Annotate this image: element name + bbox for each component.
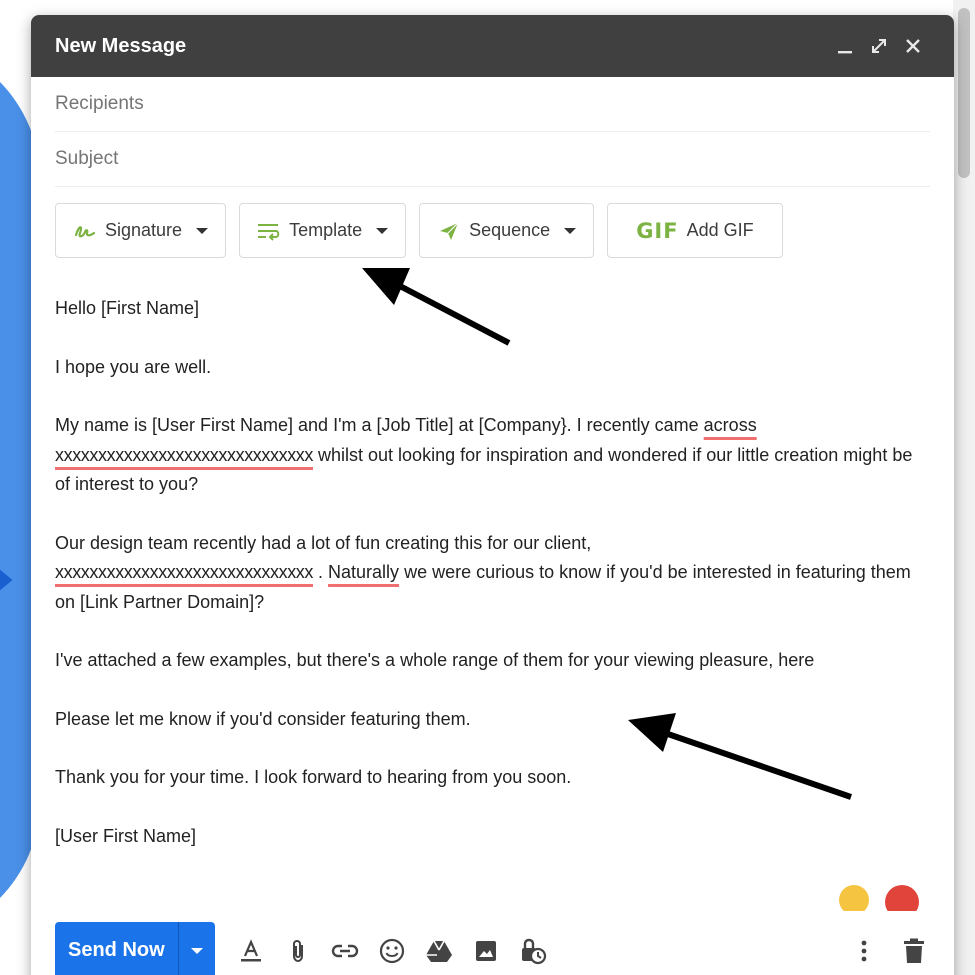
chevron-down-icon (196, 227, 209, 234)
scrollbar-thumb[interactable] (958, 8, 970, 178)
chevron-down-icon (190, 947, 203, 954)
sequence-label: Sequence (469, 220, 551, 240)
sequence-icon (437, 219, 461, 243)
add-gif-label: Add GIF (686, 220, 754, 240)
close-icon[interactable] (896, 30, 930, 62)
send-options-button[interactable] (179, 922, 215, 975)
trash-icon[interactable] (896, 933, 932, 969)
signature-icon (73, 219, 97, 243)
bottom-toolbar: Send Now (31, 911, 954, 975)
body-line: I hope you are well. (55, 356, 212, 377)
signature-button[interactable]: Signature (55, 203, 227, 258)
add-gif-button[interactable]: GIF Add GIF (607, 203, 783, 258)
more-options-icon[interactable] (846, 933, 882, 969)
chevron-down-icon (376, 227, 389, 234)
placeholder-text: xxxxxxxxxxxxxxxxxxxxxxxxxxxxxx (55, 444, 314, 465)
gif-icon: GIF (636, 218, 679, 243)
message-body[interactable]: Hello [First Name] I hope you are well. … (55, 294, 930, 851)
link-icon[interactable] (327, 933, 363, 969)
subject-input[interactable] (55, 148, 930, 170)
intro-paragraph: My name is [User First Name] and I'm a [… (55, 415, 913, 494)
extension-toolbar: Signature Template Sequence GIF Add GIF (55, 203, 930, 258)
design-paragraph: Our design team recently had a lot of fu… (55, 532, 911, 612)
greeting-line: Hello [First Name] (55, 298, 200, 318)
compose-title: New Message (55, 34, 187, 57)
subject-field[interactable] (55, 132, 930, 187)
minimize-icon[interactable] (828, 30, 862, 62)
send-group: Send Now (55, 922, 215, 975)
signoff-line: [User First Name] (55, 825, 197, 846)
template-label: Template (289, 220, 363, 240)
formatting-icon[interactable] (233, 933, 269, 969)
recipients-field[interactable] (55, 77, 930, 132)
chevron-down-icon (564, 227, 577, 234)
placeholder-text: xxxxxxxxxxxxxxxxxxxxxxxxxxxxxx (55, 562, 314, 582)
expand-icon[interactable] (862, 30, 896, 62)
formatting-icons (233, 933, 551, 969)
right-actions (846, 933, 932, 969)
body-line: I've attached a few examples, but there'… (55, 650, 815, 670)
photo-icon[interactable] (468, 933, 504, 969)
attach-icon[interactable] (280, 933, 316, 969)
body-line: Please let me know if you'd consider fea… (55, 708, 471, 729)
recipients-input[interactable] (55, 93, 930, 115)
template-button[interactable]: Template (239, 203, 407, 258)
send-now-button[interactable]: Send Now (55, 922, 179, 975)
emoji-icon[interactable] (374, 933, 410, 969)
signature-label: Signature (105, 220, 183, 240)
template-icon (257, 219, 281, 243)
body-line: Thank you for your time. I look forward … (55, 767, 572, 787)
confidential-icon[interactable] (515, 933, 551, 969)
drive-icon[interactable] (421, 933, 457, 969)
misspelled-word: across (703, 415, 757, 435)
misspelled-word: Naturally (328, 562, 400, 582)
page-scrollbar[interactable] (953, 0, 975, 975)
sequence-button[interactable]: Sequence (419, 203, 595, 258)
compose-titlebar: New Message (31, 15, 954, 77)
compose-window: New Message Signature Template (31, 15, 954, 975)
